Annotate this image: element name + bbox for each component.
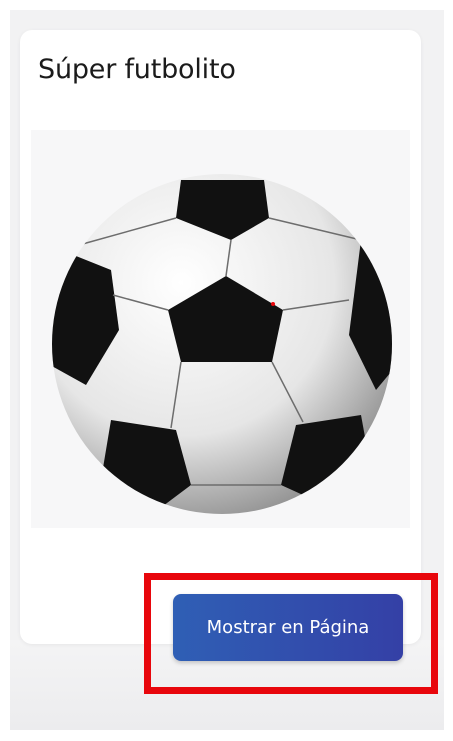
show-on-page-button[interactable]: Mostrar en Página — [173, 594, 403, 661]
product-card: Súper futbolito — [20, 30, 421, 644]
product-title: Súper futbolito — [38, 54, 236, 85]
product-image — [31, 130, 410, 528]
soccer-ball-icon — [52, 174, 392, 514]
